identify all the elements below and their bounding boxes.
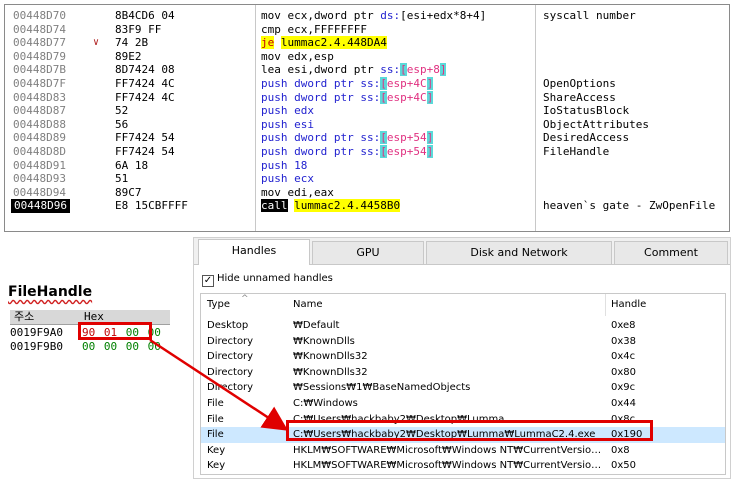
connector-arrow [149, 338, 289, 431]
